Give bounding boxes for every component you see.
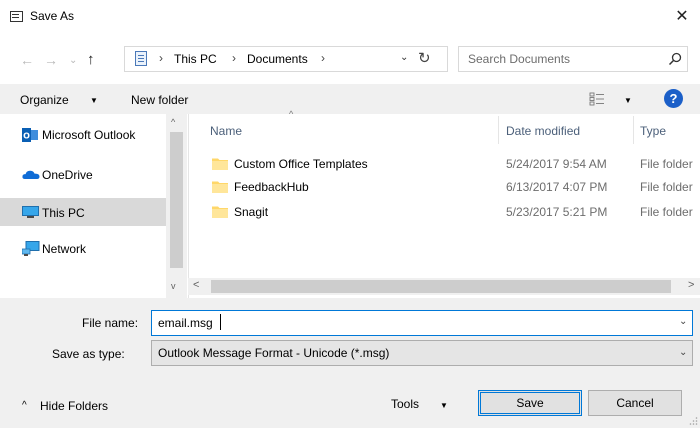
- column-divider[interactable]: [633, 116, 634, 144]
- file-row-name[interactable]: Snagit: [234, 205, 268, 219]
- resize-grip-icon[interactable]: [688, 416, 698, 426]
- file-row-date: 5/24/2017 9:54 AM: [506, 157, 607, 171]
- outlook-icon: O: [22, 128, 38, 142]
- help-icon[interactable]: ?: [664, 89, 683, 108]
- text-cursor: [220, 314, 221, 330]
- computer-icon: [22, 206, 39, 218]
- sort-ascending-icon: ^: [289, 109, 294, 119]
- breadcrumb-separator[interactable]: ›: [159, 51, 163, 65]
- file-name-dropdown-chevron-icon[interactable]: ⌄: [679, 316, 687, 327]
- close-button[interactable]: ✕: [668, 4, 696, 30]
- scroll-left-arrow-icon[interactable]: <: [193, 279, 199, 291]
- save-button[interactable]: Save: [478, 390, 582, 416]
- scroll-right-arrow-icon[interactable]: >: [688, 279, 694, 291]
- cancel-button[interactable]: Cancel: [588, 390, 682, 416]
- file-row-date: 6/13/2017 4:07 PM: [506, 180, 608, 194]
- column-header-type[interactable]: Type: [640, 124, 666, 138]
- column-header-date-modified[interactable]: Date modified: [506, 124, 580, 138]
- view-caret-icon[interactable]: ▼: [624, 96, 632, 105]
- breadcrumb-separator[interactable]: ›: [232, 51, 236, 65]
- dialog-icon: [10, 11, 23, 22]
- window-title: Save As: [30, 9, 75, 23]
- column-divider[interactable]: [498, 116, 499, 144]
- svg-text:O: O: [23, 132, 30, 141]
- hide-folders-caret-icon[interactable]: ^: [22, 400, 27, 411]
- search-icon[interactable]: [667, 51, 683, 67]
- scroll-up-arrow-icon[interactable]: ^: [171, 117, 175, 127]
- scroll-down-arrow-icon[interactable]: v: [171, 281, 176, 291]
- save-as-type-dropdown-chevron-icon[interactable]: ⌄: [679, 347, 687, 358]
- file-row-type: File folder: [640, 205, 693, 219]
- file-list-scroll-thumb[interactable]: [211, 280, 671, 293]
- back-arrow-icon[interactable]: ←: [20, 52, 34, 68]
- file-row-type: File folder: [640, 157, 693, 171]
- onedrive-cloud-icon: [22, 170, 40, 179]
- breadcrumb-separator[interactable]: ›: [321, 51, 325, 65]
- sidebar-item-label: Network: [42, 242, 87, 256]
- column-header-name[interactable]: Name: [210, 124, 242, 138]
- sidebar-item-label: This PC: [42, 206, 85, 220]
- file-name-value[interactable]: email.msg: [158, 316, 213, 330]
- network-icon: [22, 241, 40, 256]
- file-row-name[interactable]: Custom Office Templates: [234, 157, 368, 171]
- file-name-label: File name:: [82, 316, 139, 330]
- organize-caret-icon[interactable]: ▼: [90, 96, 98, 105]
- up-arrow-icon[interactable]: ↑: [87, 51, 95, 68]
- tools-button[interactable]: Tools: [391, 397, 419, 411]
- organize-button[interactable]: Organize: [20, 93, 69, 107]
- file-row-name[interactable]: FeedbackHub: [234, 180, 309, 194]
- address-dropdown-chevron-icon[interactable]: ⌄: [400, 52, 408, 63]
- title-bar: [0, 0, 700, 34]
- file-row-type: File folder: [640, 180, 693, 194]
- new-folder-button[interactable]: New folder: [131, 93, 188, 107]
- folder-icon: [212, 158, 228, 170]
- refresh-icon[interactable]: ↻: [418, 49, 431, 67]
- file-name-field[interactable]: [151, 310, 693, 336]
- save-as-type-value[interactable]: Outlook Message Format - Unicode (*.msg): [158, 346, 389, 360]
- save-as-type-label: Save as type:: [52, 347, 125, 361]
- breadcrumb-this-pc[interactable]: This PC: [174, 52, 217, 66]
- tools-caret-icon[interactable]: ▼: [440, 401, 448, 410]
- forward-arrow-icon[interactable]: →: [44, 52, 58, 68]
- view-options-icon[interactable]: [589, 92, 605, 106]
- navigation-pane-scroll-thumb[interactable]: [170, 132, 183, 268]
- folder-icon: [212, 181, 228, 193]
- sidebar-item-label: Microsoft Outlook: [42, 128, 136, 142]
- recent-locations-chevron-icon[interactable]: ⌄: [69, 55, 77, 66]
- location-icon: [135, 51, 147, 66]
- folder-icon: [212, 206, 228, 218]
- breadcrumb-documents[interactable]: Documents: [247, 52, 308, 66]
- hide-folders-button[interactable]: Hide Folders: [40, 399, 108, 413]
- sidebar-item-label: OneDrive: [42, 168, 93, 182]
- file-row-date: 5/23/2017 5:21 PM: [506, 205, 608, 219]
- search-placeholder: Search Documents: [468, 52, 571, 66]
